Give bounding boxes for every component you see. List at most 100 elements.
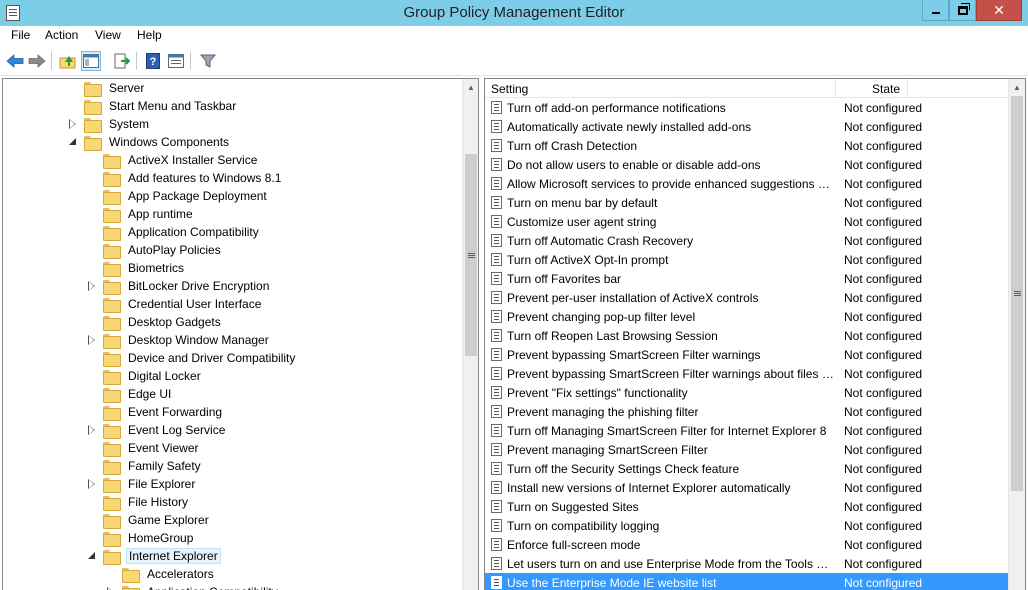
settings-list-pane[interactable]: Setting State Turn off add-on performanc… bbox=[484, 78, 1026, 590]
tree-item[interactable]: Windows Components bbox=[68, 133, 231, 151]
tree-item[interactable]: AutoPlay Policies bbox=[87, 241, 223, 259]
tree-item[interactable]: Server bbox=[68, 79, 146, 97]
column-header-state[interactable]: State bbox=[836, 79, 908, 98]
tree-item[interactable]: Accelerators bbox=[106, 565, 216, 583]
expand-arrow-icon[interactable] bbox=[87, 281, 97, 291]
menu-view[interactable]: View bbox=[95, 28, 121, 42]
list-item[interactable]: Prevent bypassing SmartScreen Filter war… bbox=[485, 345, 1008, 364]
expand-arrow-icon[interactable] bbox=[87, 479, 97, 489]
setting-state: Not configured bbox=[844, 233, 923, 248]
help-button[interactable]: ? bbox=[143, 51, 163, 71]
list-item[interactable]: Turn on Suggested Sites Not configured bbox=[485, 497, 1008, 516]
scroll-up-icon[interactable]: ▲ bbox=[1009, 79, 1025, 96]
forward-button[interactable] bbox=[27, 51, 47, 71]
list-item[interactable]: Prevent bypassing SmartScreen Filter war… bbox=[485, 364, 1008, 383]
tree-item[interactable]: App runtime bbox=[87, 205, 195, 223]
policy-setting-icon bbox=[491, 215, 502, 228]
export-list-button[interactable] bbox=[112, 51, 132, 71]
list-item[interactable]: Turn off ActiveX Opt-In prompt Not config… bbox=[485, 250, 1008, 269]
list-item[interactable]: Automatically activate newly installed a… bbox=[485, 117, 1008, 136]
tree-item[interactable]: Event Forwarding bbox=[87, 403, 224, 421]
tree-item[interactable]: BitLocker Drive Encryption bbox=[87, 277, 271, 295]
tree-item[interactable]: Credential User Interface bbox=[87, 295, 263, 313]
close-button[interactable]: ✕ bbox=[976, 0, 1022, 21]
tree-item[interactable]: Biometrics bbox=[87, 259, 186, 277]
up-one-level-button[interactable] bbox=[58, 51, 78, 71]
list-item[interactable]: Let users turn on and use Enterprise Mod… bbox=[485, 554, 1008, 573]
column-header-setting[interactable]: Setting bbox=[485, 79, 836, 98]
list-item[interactable]: Enforce full-screen mode Not configured bbox=[485, 535, 1008, 554]
setting-name: Prevent bypassing SmartScreen Filter war… bbox=[507, 366, 834, 381]
toolbar-separator bbox=[190, 52, 191, 70]
tree-item[interactable]: App Package Deployment bbox=[87, 187, 269, 205]
scroll-up-icon[interactable]: ▲ bbox=[463, 79, 478, 96]
tree-item[interactable]: Application Compatibility bbox=[87, 223, 261, 241]
tree-item[interactable]: HomeGroup bbox=[87, 529, 195, 547]
tree-item[interactable]: Device and Driver Compatibility bbox=[87, 349, 297, 367]
list-item[interactable]: Prevent managing the phishing filter Not … bbox=[485, 402, 1008, 421]
filter-button[interactable] bbox=[198, 51, 218, 71]
tree-item[interactable]: Internet Explorer bbox=[87, 547, 221, 565]
show-hide-console-tree-button[interactable] bbox=[81, 51, 101, 71]
collapse-arrow-icon[interactable] bbox=[68, 137, 78, 147]
list-item[interactable]: Prevent "Fix settings" functionality Not … bbox=[485, 383, 1008, 402]
list-item[interactable]: Turn off Reopen Last Browsing Session Not… bbox=[485, 326, 1008, 345]
console-tree-pane[interactable]: Server Start Menu and Taskbar System Window… bbox=[2, 78, 479, 590]
tree-item[interactable]: Desktop Gadgets bbox=[87, 313, 223, 331]
list-item[interactable]: Turn off Favorites bar Not configured bbox=[485, 269, 1008, 288]
restore-button[interactable] bbox=[949, 0, 976, 21]
menu-action[interactable]: Action bbox=[45, 28, 78, 42]
tree-item[interactable]: File Explorer bbox=[87, 475, 197, 493]
expand-arrow-icon[interactable] bbox=[68, 119, 78, 129]
list-item[interactable]: Turn on compatibility logging Not configu… bbox=[485, 516, 1008, 535]
collapse-arrow-icon[interactable] bbox=[87, 551, 97, 561]
tree-item[interactable]: Event Log Service bbox=[87, 421, 227, 439]
list-item[interactable]: Customize user agent string Not configure… bbox=[485, 212, 1008, 231]
list-item[interactable]: Turn off add-on performance notification… bbox=[485, 98, 1008, 117]
folder-icon bbox=[103, 477, 121, 493]
list-item[interactable]: Turn off Automatic Crash Recovery Not con… bbox=[485, 231, 1008, 250]
scrollbar-thumb[interactable] bbox=[1011, 96, 1023, 491]
tree-item[interactable]: File History bbox=[87, 493, 190, 511]
setting-state: Not configured bbox=[844, 575, 923, 590]
list-item[interactable]: Turn off the Security Settings Check fea… bbox=[485, 459, 1008, 478]
tree-item[interactable]: Application Compatibility bbox=[106, 583, 280, 590]
tree-item[interactable]: Edge UI bbox=[87, 385, 173, 403]
tree-item[interactable]: Game Explorer bbox=[87, 511, 211, 529]
list-item[interactable]: Turn off Managing SmartScreen Filter for… bbox=[485, 421, 1008, 440]
setting-state: Not configured bbox=[844, 157, 923, 172]
menu-file[interactable]: File bbox=[11, 28, 30, 42]
tree-item[interactable]: Event Viewer bbox=[87, 439, 200, 457]
menu-help[interactable]: Help bbox=[137, 28, 162, 42]
list-item[interactable]: Allow Microsoft services to provide enha… bbox=[485, 174, 1008, 193]
scrollbar-thumb[interactable] bbox=[465, 154, 477, 356]
tree-item[interactable]: Start Menu and Taskbar bbox=[68, 97, 238, 115]
tree-item[interactable]: Desktop Window Manager bbox=[87, 331, 271, 349]
setting-state: Not configured bbox=[844, 499, 923, 514]
tree-item[interactable]: Family Safety bbox=[87, 457, 203, 475]
list-item[interactable]: Prevent changing pop-up filter level Not … bbox=[485, 307, 1008, 326]
list-item[interactable]: Do not allow users to enable or disable … bbox=[485, 155, 1008, 174]
list-vertical-scrollbar[interactable]: ▲ bbox=[1008, 79, 1025, 590]
tree-item[interactable]: Add features to Windows 8.1 bbox=[87, 169, 283, 187]
list-item[interactable]: Turn off Crash Detection Not configured bbox=[485, 136, 1008, 155]
list-item[interactable]: Use the Enterprise Mode IE website list N… bbox=[485, 573, 1008, 590]
list-item[interactable]: Prevent managing SmartScreen Filter Not c… bbox=[485, 440, 1008, 459]
folder-icon bbox=[84, 135, 102, 151]
list-item[interactable]: Turn on menu bar by default Not configure… bbox=[485, 193, 1008, 212]
tree-vertical-scrollbar[interactable]: ▲ bbox=[462, 79, 478, 590]
list-item[interactable]: Prevent per-user installation of ActiveX… bbox=[485, 288, 1008, 307]
back-arrow-icon bbox=[6, 54, 24, 68]
expand-arrow-icon[interactable] bbox=[87, 335, 97, 345]
expand-arrow-icon[interactable] bbox=[87, 425, 97, 435]
tree-item[interactable]: ActiveX Installer Service bbox=[87, 151, 259, 169]
back-button[interactable] bbox=[5, 51, 25, 71]
properties-button[interactable] bbox=[166, 51, 186, 71]
tree-item[interactable]: Digital Locker bbox=[87, 367, 203, 385]
list-item[interactable]: Install new versions of Internet Explore… bbox=[485, 478, 1008, 497]
minimize-button[interactable] bbox=[922, 0, 949, 21]
tree-item[interactable]: System bbox=[68, 115, 151, 133]
